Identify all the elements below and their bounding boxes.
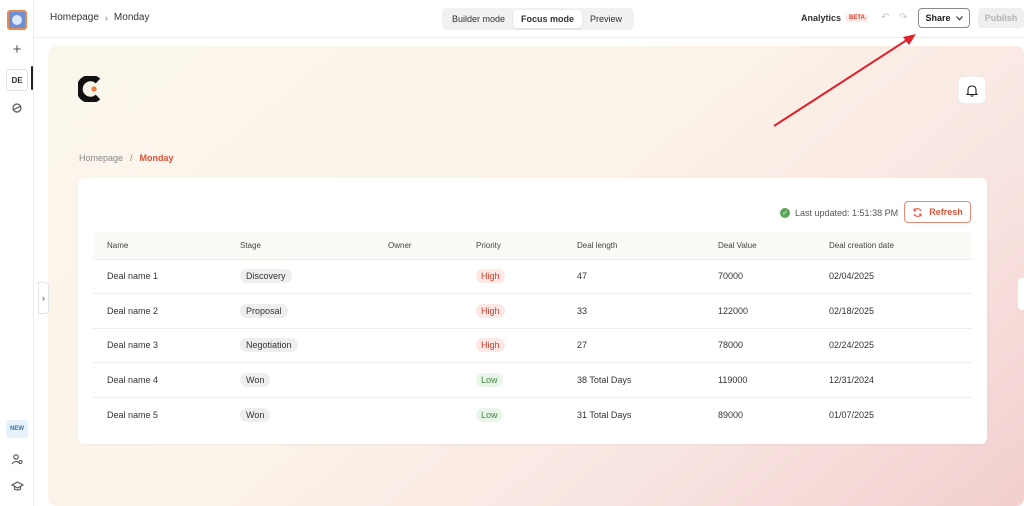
check-circle-icon: ✓ (780, 208, 790, 218)
owner-cell (374, 259, 462, 294)
refresh-button[interactable]: Refresh (904, 201, 971, 223)
redo-icon[interactable]: ↷ (899, 12, 907, 23)
deal-name-cell: Deal name 5 (107, 409, 159, 420)
users-settings-icon[interactable] (6, 448, 28, 470)
owner-cell (374, 363, 462, 398)
creation-date-cell: 02/24/2025 (829, 340, 875, 351)
column-header-stage[interactable]: Stage (226, 232, 374, 259)
deal-value-cell: 70000 (718, 271, 744, 282)
breadcrumb: Homepage › Monday (50, 12, 150, 23)
deals-table: Name Stage Owner Priority Deal length De… (93, 232, 972, 432)
table-row[interactable]: Deal name 5 Won Low 31 Total Days 89000 … (93, 397, 972, 432)
priority-badge: Low (476, 407, 503, 422)
deal-value-cell: 122000 (718, 305, 749, 316)
chevron-right-icon: › (104, 12, 108, 23)
creation-date-cell: 02/18/2025 (829, 305, 875, 316)
breadcrumb-homepage[interactable]: Homepage (50, 12, 99, 23)
deal-value-cell: 78000 (718, 340, 744, 351)
graduation-cap-icon[interactable] (6, 475, 28, 497)
deal-name-cell: Deal name 2 (107, 305, 159, 316)
deal-length-cell: 33 (577, 305, 588, 316)
workspace-badge[interactable]: DE (6, 69, 28, 91)
builder-mode-tab[interactable]: Builder mode (444, 10, 513, 28)
column-header-owner[interactable]: Owner (374, 232, 462, 259)
column-header-deal-length[interactable]: Deal length (563, 232, 704, 259)
table-row[interactable]: Deal name 2 Proposal High 33 122000 02/1… (93, 293, 972, 329)
top-bar: Homepage › Monday Builder mode Focus mod… (34, 0, 1024, 38)
owner-cell (374, 328, 462, 363)
deal-length-cell: 38 Total Days (577, 374, 632, 385)
new-badge[interactable]: NEW (6, 420, 28, 438)
stage-badge: Won (240, 407, 271, 422)
page-breadcrumb: Homepage / Monday (79, 153, 174, 163)
share-button[interactable]: Share (918, 8, 970, 28)
page-breadcrumb-homepage[interactable]: Homepage (79, 153, 123, 163)
table-row[interactable]: Deal name 1 Discovery High 47 70000 02/0… (93, 259, 972, 294)
priority-badge: High (476, 338, 505, 353)
beta-badge: BETA (846, 14, 868, 22)
deal-value-cell: 119000 (718, 374, 748, 385)
plus-icon[interactable]: + (6, 38, 28, 60)
active-indicator (31, 66, 33, 90)
deals-card: ✓ Last updated: 1:51:38 PM Refresh Name … (78, 178, 987, 444)
priority-badge: Low (476, 372, 503, 387)
left-rail: + DE NEW (0, 0, 34, 506)
last-updated-status: ✓ Last updated: 1:51:38 PM (780, 208, 898, 218)
bell-icon (966, 84, 978, 97)
creation-date-cell: 02/04/2025 (829, 271, 875, 282)
stage-badge: Negotiation (240, 338, 298, 353)
refresh-label: Refresh (929, 207, 963, 217)
mode-switcher: Builder mode Focus mode Preview (442, 8, 634, 30)
publish-button[interactable]: Publish (978, 8, 1024, 28)
theme-icon[interactable] (6, 97, 28, 119)
deal-length-cell: 47 (577, 271, 588, 282)
app-logo[interactable] (7, 10, 27, 30)
page-breadcrumb-separator: / (130, 153, 133, 163)
expand-panel-chevron-icon[interactable]: › (38, 282, 49, 314)
column-header-deal-value[interactable]: Deal Value (704, 232, 815, 259)
priority-badge: High (476, 269, 505, 284)
table-row[interactable]: Deal name 4 Won Low 38 Total Days 119000… (93, 362, 972, 398)
creation-date-cell: 01/07/2025 (829, 409, 875, 420)
notifications-button[interactable] (958, 76, 986, 104)
table-row[interactable]: Deal name 3 Negotiation High 27 78000 02… (93, 328, 972, 363)
column-header-creation-date[interactable]: Deal creation date (815, 232, 972, 259)
analytics-label: Analytics (801, 13, 842, 23)
last-updated-text: Last updated: 1:51:38 PM (795, 208, 899, 218)
column-header-priority[interactable]: Priority (462, 232, 563, 259)
share-label: Share (925, 13, 951, 23)
undo-icon[interactable]: ↶ (881, 12, 889, 23)
deal-length-cell: 31 Total Days (577, 409, 632, 420)
stage-badge: Won (240, 372, 271, 387)
deal-name-cell: Deal name 1 (107, 271, 159, 282)
breadcrumb-monday[interactable]: Monday (114, 12, 150, 23)
page-breadcrumb-current: Monday (139, 153, 174, 163)
preview-tab[interactable]: Preview (582, 10, 630, 28)
stage-badge: Discovery (240, 269, 292, 284)
priority-badge: High (476, 303, 505, 318)
deal-name-cell: Deal name 4 (107, 374, 159, 385)
deal-name-cell: Deal name 3 (107, 340, 159, 351)
chevron-down-icon (955, 15, 963, 21)
deal-value-cell: 89000 (718, 409, 744, 420)
creation-date-cell: 12/31/2024 (829, 374, 875, 385)
refresh-icon (913, 207, 922, 217)
column-header-name[interactable]: Name (93, 232, 226, 259)
brand-logo (78, 76, 101, 102)
analytics-link[interactable]: Analytics BETA (801, 13, 868, 23)
owner-cell (374, 397, 462, 432)
right-panel-handle[interactable] (1018, 278, 1024, 310)
owner-cell (374, 294, 462, 329)
focus-mode-tab[interactable]: Focus mode (513, 10, 583, 28)
stage-badge: Proposal (240, 303, 288, 318)
table-header-row: Name Stage Owner Priority Deal length De… (93, 232, 972, 259)
deal-length-cell: 27 (577, 340, 588, 351)
